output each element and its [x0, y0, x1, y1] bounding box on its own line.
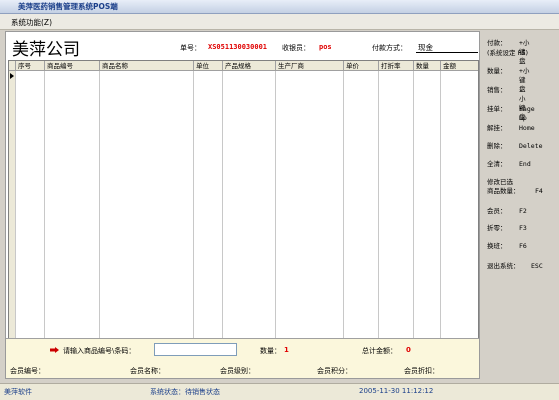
shortcut-panel: 付款： +小键盘 (系统设定 F5) 数量： +小键盘 销售： -小键盘 挂单：…: [483, 31, 559, 379]
shortcut-sale: 销售： -小键盘: [487, 86, 526, 121]
title-bar: 美萍医药销售管理系统POS端: [0, 0, 559, 14]
shortcut-pay: 付款： +小键盘: [487, 39, 529, 65]
barcode-input[interactable]: [154, 343, 237, 356]
column-manufacturer: [276, 61, 344, 355]
shortcut-delete: 删除： Delete: [487, 142, 542, 151]
menu-system-functions[interactable]: 系统功能(Z): [11, 17, 52, 28]
total-label: 总计金额：: [362, 347, 397, 355]
sales-grid[interactable]: 序号 商品编号 商品名称 单位 产品规格 生产厂商 单价 打折率 数量 金额 0…: [8, 60, 479, 366]
shortcut-qty-label: 数量：: [487, 67, 507, 75]
column-product-name: [100, 61, 194, 355]
shortcut-change-label: 折零：: [487, 224, 507, 232]
shortcut-modify-qty-label: 商品数量：: [487, 187, 520, 195]
header-price[interactable]: 单价: [344, 61, 379, 71]
main-panel: 美萍公司 单号： XS051130030001 收银员： pos 付款方式： 现…: [5, 31, 480, 379]
status-bar: 美萍软件 系统状态：待销售状态 2005-11-30 11:12:12: [0, 383, 559, 400]
member-level-label: 会员级别：: [220, 367, 255, 375]
shortcut-hold: 挂单： Page Up: [487, 105, 535, 122]
shortcut-unhold: 解挂： Home: [487, 124, 535, 133]
shortcut-shift: 换班： F6: [487, 242, 527, 251]
qty-value: 1: [284, 346, 289, 354]
column-indicator: [9, 61, 16, 355]
column-spec: [223, 61, 276, 355]
member-name-label: 会员名称：: [130, 367, 165, 375]
column-price: [344, 61, 379, 355]
shortcut-shift-key: F6: [519, 242, 527, 250]
cashier: pos: [319, 43, 332, 51]
shortcut-modify-qty-key: F4: [535, 187, 543, 195]
cashier-label: 收银员：: [282, 44, 310, 52]
shortcut-member: 会员： F2: [487, 207, 527, 216]
header-manufacturer[interactable]: 生产厂商: [276, 61, 344, 71]
menu-bar: 系统功能(Z): [0, 14, 559, 30]
entry-footer: 请输入商品编号\条码： 数量： 1 总计金额： 0 会员编号： 会员名称： 会员…: [6, 338, 479, 378]
shortcut-modify-label: 修改已选: [487, 178, 513, 186]
shortcut-hold-key: Page Up: [519, 105, 535, 122]
header-discount[interactable]: 打折率: [379, 61, 414, 71]
window-title: 美萍医药销售管理系统POS端: [18, 2, 118, 11]
company-name: 美萍公司: [12, 40, 80, 60]
shortcut-qty: 数量： +小键盘: [487, 67, 529, 93]
shortcut-exit: 退出系统： ESC: [487, 262, 543, 271]
header-product-name[interactable]: 商品名称: [100, 61, 194, 71]
member-points-label: 会员积分：: [317, 367, 352, 375]
qty-label: 数量：: [260, 347, 281, 355]
column-discount: [379, 61, 414, 355]
total-value: 0: [406, 346, 411, 354]
column-unit: [194, 61, 223, 355]
status-datetime: 2005-11-30 11:12:12: [359, 387, 434, 395]
arrow-right-icon: [50, 347, 59, 353]
shortcut-unhold-label: 解挂：: [487, 124, 507, 132]
barcode-label: 请输入商品编号\条码：: [63, 347, 136, 355]
header-qty[interactable]: 数量: [414, 61, 441, 71]
payment-label: 付款方式：: [372, 44, 407, 52]
member-discount-label: 会员折扣：: [404, 367, 439, 375]
shortcut-shift-label: 换班：: [487, 242, 507, 250]
shortcut-sale-label: 销售：: [487, 86, 507, 94]
column-amount: [441, 61, 478, 355]
payment-method-select[interactable]: 现金: [416, 40, 478, 53]
header-index[interactable]: 序号: [16, 61, 45, 71]
shortcut-delete-key: Delete: [519, 142, 543, 150]
shortcut-modify-qty: 商品数量： F4: [487, 187, 543, 196]
status-app-name: 美萍软件: [4, 388, 32, 396]
shortcut-modify: 修改已选: [487, 178, 513, 187]
header-spec[interactable]: 产品规格: [223, 61, 276, 71]
shortcut-hold-label: 挂单：: [487, 105, 507, 113]
shortcut-exit-label: 退出系统：: [487, 262, 520, 270]
shortcut-change-key: F3: [519, 224, 527, 232]
shortcut-change: 折零： F3: [487, 224, 527, 233]
shortcut-clear-label: 全清：: [487, 160, 507, 168]
member-no-label: 会员编号：: [10, 367, 45, 375]
column-product-code: [45, 61, 100, 355]
column-index: [16, 61, 45, 355]
shortcut-clear-key: End: [519, 160, 531, 168]
header-corner: [9, 61, 16, 71]
header-amount[interactable]: 金额: [441, 61, 478, 71]
shortcut-delete-label: 删除：: [487, 142, 507, 150]
shortcut-exit-key: ESC: [531, 262, 543, 270]
header-unit[interactable]: 单位: [194, 61, 223, 71]
shortcut-settings-label: (系统设定 F5): [487, 49, 529, 57]
shortcut-pay-label: 付款：: [487, 39, 507, 47]
shortcut-member-key: F2: [519, 207, 527, 215]
shortcut-clear: 全清： End: [487, 160, 531, 169]
header-product-code[interactable]: 商品编号: [45, 61, 100, 71]
shortcut-settings: (系统设定 F5): [487, 49, 528, 58]
status-state: 系统状态：待销售状态: [150, 388, 220, 396]
order-no: XS051130030001: [208, 43, 268, 51]
column-qty: [414, 61, 441, 355]
shortcut-unhold-key: Home: [519, 124, 535, 132]
order-no-label: 单号：: [180, 44, 201, 52]
shortcut-member-label: 会员：: [487, 207, 507, 215]
order-header: 美萍公司 单号： XS051130030001 收银员： pos 付款方式： 现…: [6, 32, 479, 60]
